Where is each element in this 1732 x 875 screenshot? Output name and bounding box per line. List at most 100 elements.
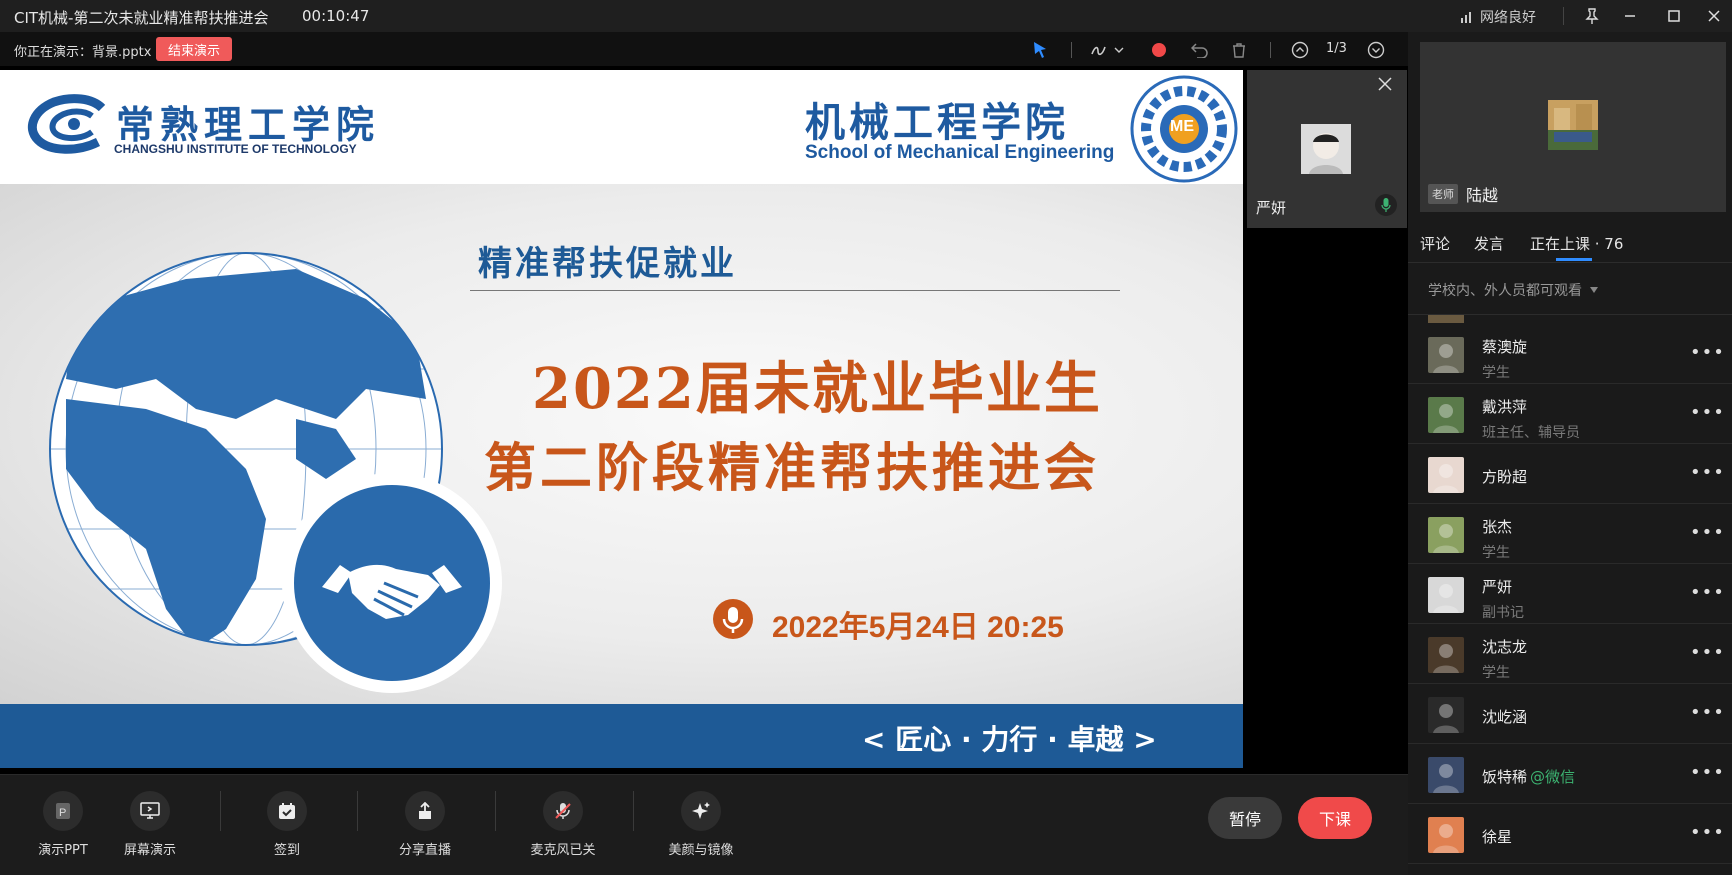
avatar bbox=[1428, 637, 1464, 673]
share-label: 分享直播 bbox=[398, 843, 451, 858]
slide-footer: < 匠心 · 力行 · 卓越 > bbox=[0, 704, 1243, 768]
more-options-icon[interactable]: ••• bbox=[1690, 822, 1725, 843]
list-item[interactable]: 严妍 副书记 ••• bbox=[1408, 564, 1732, 624]
slide-subtitle: 精准帮扶促就业 bbox=[478, 244, 737, 284]
pen-tool-icon[interactable] bbox=[1088, 38, 1128, 62]
tab-in-class[interactable]: 正在上课 · 76 bbox=[1530, 233, 1623, 254]
title-bar: CIT机械-第二次未就业精准帮扶推进会 00:10:47 网络良好 bbox=[0, 0, 1732, 32]
avatar bbox=[1428, 517, 1464, 553]
trash-icon[interactable] bbox=[1227, 38, 1251, 62]
cameo-name: 严妍 bbox=[1256, 199, 1287, 217]
list-item[interactable]: 蔡澳旋学生 ••• bbox=[1408, 324, 1732, 384]
list-item[interactable]: 方盼超 ••• bbox=[1408, 444, 1732, 504]
avatar bbox=[1428, 697, 1464, 733]
close-cameo-icon[interactable] bbox=[1377, 76, 1397, 96]
divider bbox=[357, 791, 358, 831]
bottom-toolbar: P 演示PPT 屏幕演示 签到 分享直播 麦克风已关 美颜与镜像 暂停 下课 bbox=[0, 774, 1408, 875]
more-options-icon[interactable]: ••• bbox=[1690, 522, 1725, 543]
checkin-button[interactable]: 签到 bbox=[247, 791, 327, 858]
ppt-icon: P bbox=[43, 791, 83, 831]
beauty-mirror-button[interactable]: 美颜与镜像 bbox=[661, 791, 741, 858]
screen-label: 屏幕演示 bbox=[123, 843, 176, 858]
more-options-icon[interactable]: ••• bbox=[1690, 462, 1725, 483]
more-options-icon[interactable]: ••• bbox=[1690, 702, 1725, 723]
member-role: 学生 bbox=[1482, 365, 1510, 381]
list-item[interactable]: 徐星 ••• bbox=[1408, 804, 1732, 864]
avatar bbox=[1428, 577, 1464, 613]
prev-page-icon[interactable] bbox=[1288, 38, 1312, 62]
mic-toggle-button[interactable]: 麦克风已关 bbox=[523, 791, 603, 858]
end-class-button[interactable]: 下课 bbox=[1298, 797, 1372, 839]
visibility-dropdown[interactable]: 学校内、外人员都可观看 bbox=[1428, 280, 1598, 300]
end-presentation-button[interactable]: 结束演示 bbox=[156, 37, 232, 61]
share-icon bbox=[405, 791, 445, 831]
window-title: CIT机械-第二次未就业精准帮扶推进会 bbox=[14, 9, 269, 27]
school-name-en: CHANGSHU INSTITUTE OF TECHNOLOGY bbox=[114, 142, 357, 156]
list-item[interactable]: 张杰 学生 ••• bbox=[1408, 504, 1732, 564]
student-cameo[interactable]: 严妍 bbox=[1247, 70, 1407, 228]
teacher-video[interactable]: 老师 陆越 bbox=[1420, 42, 1726, 212]
maximize-button[interactable] bbox=[1656, 4, 1692, 28]
minimize-button[interactable] bbox=[1612, 4, 1648, 28]
screen-icon bbox=[130, 791, 170, 831]
tab-speak[interactable]: 发言 bbox=[1474, 233, 1504, 254]
network-label: 网络良好 bbox=[1480, 10, 1536, 26]
member-role: 学生 bbox=[1482, 665, 1510, 681]
divider bbox=[495, 791, 496, 831]
slide-datetime: 2022年5月24日 20:25 bbox=[772, 611, 1064, 644]
more-options-icon[interactable]: ••• bbox=[1690, 642, 1725, 663]
list-item[interactable]: 戴洪萍 班主任、辅导员 ••• bbox=[1408, 384, 1732, 444]
slide-body: 精准帮扶促就业 2022届未就业毕业生 第二阶段精准帮扶推进会 2022年5月2… bbox=[0, 184, 1243, 704]
pause-button[interactable]: 暂停 bbox=[1208, 797, 1282, 839]
divider bbox=[1408, 262, 1732, 263]
slide-motto: < 匠心 · 力行 · 卓越 > bbox=[862, 723, 1157, 756]
avatar bbox=[1428, 397, 1464, 433]
slide-header: 常熟理工学院 CHANGSHU INSTITUTE OF TECHNOLOGY … bbox=[0, 70, 1243, 184]
beauty-label: 美颜与镜像 bbox=[668, 843, 734, 858]
presenting-status: 你正在演示：背景.pptx bbox=[14, 45, 152, 60]
list-item[interactable]: 沈志龙 学生 ••• bbox=[1408, 624, 1732, 684]
college-name-cn: 机械工程学院 bbox=[805, 99, 1069, 146]
sparkle-icon bbox=[681, 791, 721, 831]
member-name: 方盼超 bbox=[1482, 468, 1528, 486]
more-options-icon[interactable]: ••• bbox=[1690, 342, 1725, 363]
divider bbox=[1563, 7, 1564, 25]
signal-icon bbox=[1461, 12, 1471, 23]
avatar bbox=[1428, 757, 1464, 793]
present-ppt-button[interactable]: P 演示PPT bbox=[23, 791, 103, 858]
slide: 常熟理工学院 CHANGSHU INSTITUTE OF TECHNOLOGY … bbox=[0, 70, 1243, 768]
list-item[interactable]: 沈屹涵 ••• bbox=[1408, 684, 1732, 744]
pointer-tool-icon[interactable] bbox=[1028, 38, 1052, 62]
teacher-avatar bbox=[1548, 100, 1598, 150]
active-tab-indicator bbox=[1556, 258, 1592, 261]
more-options-icon[interactable]: ••• bbox=[1690, 582, 1725, 603]
teacher-badge: 老师 bbox=[1428, 184, 1458, 204]
slide-title-line1: 2022届未就业毕业生 bbox=[532, 356, 1102, 422]
list-item[interactable]: 饭特稀 @微信 ••• bbox=[1408, 744, 1732, 804]
tab-comments[interactable]: 评论 bbox=[1420, 233, 1450, 254]
caret-down-icon bbox=[1590, 287, 1598, 293]
next-page-icon[interactable] bbox=[1364, 38, 1388, 62]
member-name: 蔡澳旋 bbox=[1482, 338, 1528, 356]
screen-share-button[interactable]: 屏幕演示 bbox=[110, 791, 190, 858]
mic-off-icon bbox=[543, 791, 583, 831]
ppt-label: 演示PPT bbox=[38, 843, 88, 858]
class-timer: 00:10:47 bbox=[302, 7, 370, 25]
member-name: 严妍 bbox=[1482, 578, 1513, 596]
microphone-icon bbox=[713, 599, 753, 639]
mic-label: 麦克风已关 bbox=[530, 843, 596, 858]
member-role: 班主任、辅导员 bbox=[1482, 425, 1580, 441]
record-icon[interactable] bbox=[1147, 38, 1171, 62]
undo-icon[interactable] bbox=[1188, 38, 1212, 62]
close-button[interactable] bbox=[1696, 4, 1732, 28]
pin-icon[interactable] bbox=[1574, 4, 1610, 28]
partial-avatar bbox=[1428, 315, 1464, 323]
handshake-icon bbox=[282, 473, 502, 693]
share-live-button[interactable]: 分享直播 bbox=[385, 791, 465, 858]
page-indicator: 1/3 bbox=[1326, 41, 1347, 56]
school-logo bbox=[28, 94, 106, 154]
more-options-icon[interactable]: ••• bbox=[1690, 762, 1725, 783]
cameo-avatar bbox=[1301, 124, 1351, 174]
member-name: 饭特稀 bbox=[1482, 768, 1528, 786]
more-options-icon[interactable]: ••• bbox=[1690, 402, 1725, 423]
